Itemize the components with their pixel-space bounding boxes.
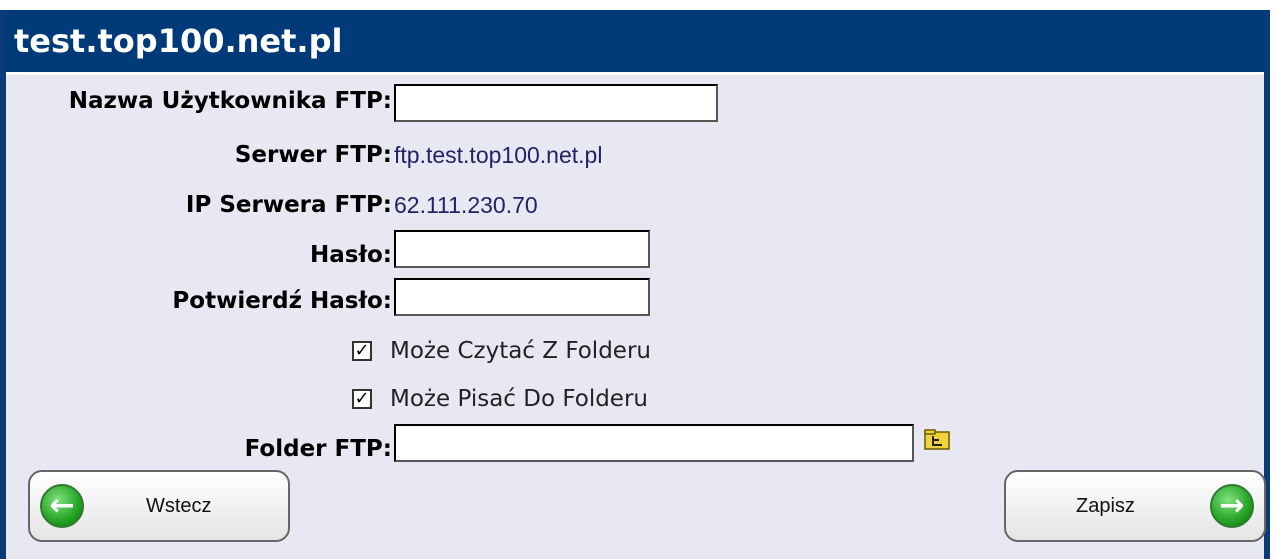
username-input[interactable] (394, 84, 718, 122)
ip-value: 62.111.230.70 (394, 192, 538, 218)
arrow-left-icon: ← (40, 484, 84, 528)
read-permission-label: Może Czytać Z Folderu (390, 338, 651, 364)
ip-label: IP Serwera FTP: (185, 192, 392, 218)
write-permission-row: ✓ Może Pisać Do Folderu (352, 386, 648, 412)
page-title: test.top100.net.pl (14, 22, 343, 60)
password-input[interactable] (394, 230, 650, 268)
save-button-label: Zapisz (1076, 494, 1135, 517)
arrow-right-icon: → (1210, 484, 1254, 528)
folder-label: Folder FTP: (244, 436, 392, 462)
back-button[interactable]: ← Wstecz (28, 470, 290, 542)
confirm-password-input[interactable] (394, 278, 650, 316)
server-value: ftp.test.top100.net.pl (394, 142, 603, 168)
write-permission-checkbox[interactable]: ✓ (352, 389, 372, 409)
server-label: Serwer FTP: (234, 142, 392, 168)
save-button[interactable]: Zapisz → (1004, 470, 1266, 542)
back-button-label: Wstecz (146, 494, 212, 517)
folder-input[interactable] (394, 424, 914, 462)
read-permission-checkbox[interactable]: ✓ (352, 341, 372, 361)
confirm-password-label: Potwierdź Hasło: (172, 288, 392, 314)
password-label: Hasło: (310, 242, 392, 268)
write-permission-label: Może Pisać Do Folderu (390, 386, 648, 412)
username-label: Nazwa Użytkownika FTP: (68, 88, 392, 114)
read-permission-row: ✓ Może Czytać Z Folderu (352, 338, 651, 364)
folder-browse-icon[interactable] (924, 428, 950, 450)
title-bar: test.top100.net.pl (6, 10, 1264, 75)
